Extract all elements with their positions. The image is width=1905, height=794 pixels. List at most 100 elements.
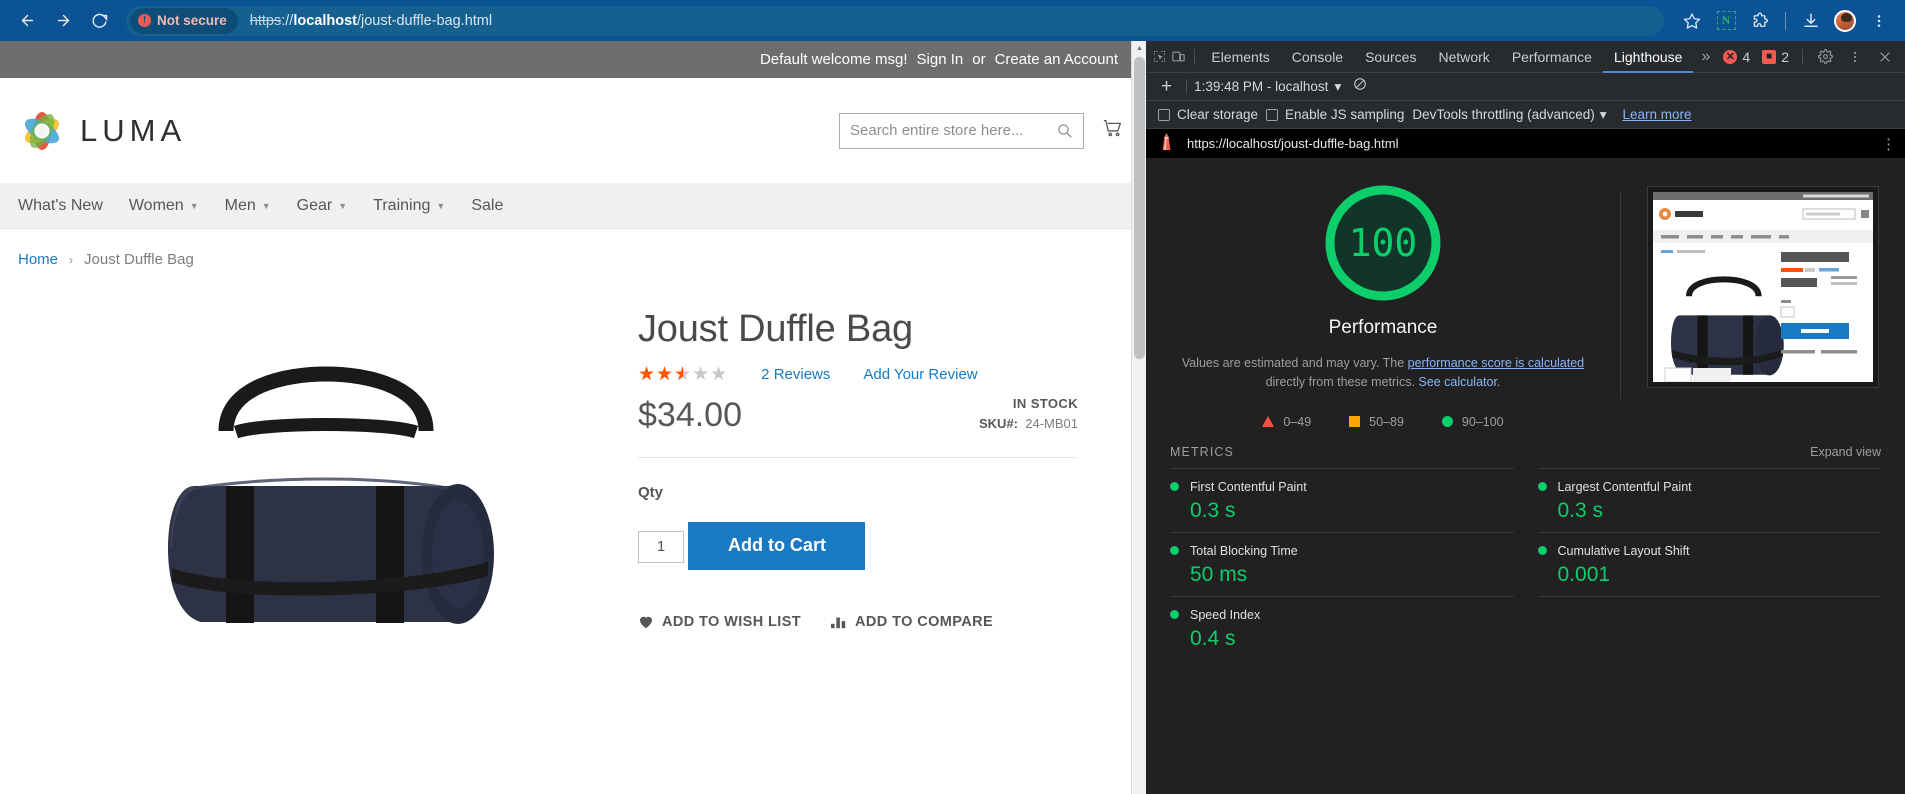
security-chip[interactable]: ! Not secure bbox=[130, 7, 238, 34]
devtools-close-button[interactable] bbox=[1871, 44, 1899, 70]
create-account-link[interactable]: Create an Account bbox=[995, 51, 1118, 68]
tab-console[interactable]: Console bbox=[1281, 41, 1354, 73]
url-separator: :// bbox=[281, 12, 294, 29]
metric-cumulative-layout-shift[interactable]: Cumulative Layout Shift 0.001 bbox=[1537, 531, 1881, 596]
nav-item-women[interactable]: Women ▼ bbox=[129, 197, 199, 215]
js-sampling-checkbox[interactable] bbox=[1266, 108, 1279, 121]
nav-item-men[interactable]: Men ▼ bbox=[225, 197, 271, 215]
tab-elements[interactable]: Elements bbox=[1200, 41, 1280, 73]
clear-storage-checkbox[interactable] bbox=[1158, 108, 1170, 121]
page-scrollbar[interactable]: ▲ bbox=[1131, 41, 1146, 794]
add-to-wishlist-link[interactable]: ADD TO WISH LIST bbox=[638, 614, 801, 630]
product-image[interactable] bbox=[76, 336, 576, 666]
new-report-button[interactable]: + bbox=[1154, 77, 1179, 96]
search-icon[interactable] bbox=[1056, 122, 1073, 139]
lighthouse-toolbar: + 1:39:48 PM - localhost ▾ bbox=[1146, 73, 1905, 101]
kebab-menu-icon bbox=[1877, 14, 1881, 27]
clear-all-button[interactable] bbox=[1353, 77, 1367, 96]
add-review-link[interactable]: Add Your Review bbox=[863, 366, 977, 383]
device-toolbar-icon bbox=[1172, 51, 1185, 62]
scrollbar-thumb[interactable] bbox=[1134, 57, 1145, 359]
error-badge[interactable]: ✕ 4 bbox=[1718, 49, 1755, 65]
lighthouse-menu-button[interactable]: ⋮ bbox=[1881, 135, 1897, 153]
extensions-button[interactable] bbox=[1746, 7, 1774, 35]
metric-total-blocking-time[interactable]: Total Blocking Time 50 ms bbox=[1170, 531, 1514, 596]
forward-button[interactable] bbox=[48, 6, 78, 36]
address-bar[interactable]: ! Not secure https://localhost/joust-duf… bbox=[126, 5, 1664, 36]
url-scheme: https bbox=[249, 12, 282, 29]
store-search[interactable] bbox=[839, 112, 1084, 149]
nav-label: Sale bbox=[471, 196, 504, 214]
learn-more-link[interactable]: Learn more bbox=[1623, 107, 1692, 122]
quantity-stepper[interactable] bbox=[638, 530, 684, 563]
js-sampling-option[interactable]: Enable JS sampling bbox=[1266, 107, 1404, 122]
chevron-down-icon: ▼ bbox=[189, 200, 199, 211]
metric-speed-index[interactable]: Speed Index 0.4 s bbox=[1170, 595, 1514, 660]
devtools-menu-button[interactable] bbox=[1841, 44, 1869, 70]
luma-logo-icon bbox=[18, 107, 66, 155]
expand-view-button[interactable]: Expand view bbox=[1810, 445, 1881, 459]
devtools-tabbar: Elements Console Sources Network Perform… bbox=[1146, 41, 1905, 73]
warning-badge[interactable]: ■ 2 bbox=[1757, 49, 1794, 65]
metric-value: 0.3 s bbox=[1557, 498, 1604, 522]
back-button[interactable] bbox=[12, 6, 42, 36]
reload-button[interactable] bbox=[84, 6, 114, 36]
devtools-settings-button[interactable] bbox=[1811, 44, 1839, 70]
tab-network[interactable]: Network bbox=[1427, 41, 1500, 73]
reviews-link[interactable]: 2 Reviews bbox=[761, 366, 830, 383]
breadcrumb-home-link[interactable]: Home bbox=[18, 251, 58, 268]
sku-label: SKU#: bbox=[979, 415, 1019, 431]
add-to-compare-link[interactable]: ADD TO COMPARE bbox=[831, 614, 993, 630]
browser-menu-button[interactable] bbox=[1865, 7, 1893, 35]
status-badge: IN STOCK bbox=[1012, 395, 1078, 411]
sku-row: SKU#: 24-MB01 bbox=[979, 416, 1078, 431]
reviews-label: Reviews bbox=[773, 365, 831, 383]
clear-storage-option[interactable]: Clear storage bbox=[1158, 107, 1258, 122]
nav-item-whats-new[interactable]: What's New bbox=[18, 197, 103, 215]
store-logo[interactable]: LUMA bbox=[18, 107, 186, 155]
product-gallery[interactable] bbox=[18, 288, 618, 748]
nav-item-training[interactable]: Training ▼ bbox=[373, 197, 445, 215]
metric-value: 0.3 s bbox=[1190, 498, 1236, 522]
sign-in-link[interactable]: Sign In bbox=[917, 51, 964, 68]
metrics-grid: First Contentful Paint 0.3 s Largest Con… bbox=[1170, 467, 1881, 660]
tab-lighthouse[interactable]: Lighthouse bbox=[1603, 41, 1694, 73]
more-tabs-button[interactable]: » bbox=[1693, 41, 1718, 73]
metric-empty-cell bbox=[1537, 595, 1881, 660]
inspect-element-icon bbox=[1153, 50, 1165, 63]
add-to-cart-button[interactable]: Add to Cart bbox=[688, 521, 866, 570]
nav-label: Men bbox=[224, 196, 256, 214]
downloads-button[interactable] bbox=[1797, 7, 1825, 35]
web-page-pane: Default welcome msg! Sign In or Create a… bbox=[0, 41, 1146, 794]
report-selector[interactable]: 1:39:48 PM - localhost ▾ bbox=[1194, 79, 1341, 95]
search-input[interactable] bbox=[850, 122, 1056, 139]
store-brand-name: LUMA bbox=[80, 112, 187, 148]
cart-button[interactable] bbox=[1102, 117, 1124, 144]
metrics-header: METRICS Expand view bbox=[1170, 445, 1881, 459]
performance-gauge[interactable]: 100 bbox=[1322, 182, 1444, 304]
header-right-group bbox=[839, 112, 1124, 149]
metric-label: Largest Contentful Paint bbox=[1557, 479, 1692, 494]
score-description-part2: directly from these metrics. bbox=[1265, 375, 1419, 390]
tab-performance[interactable]: Performance bbox=[1501, 41, 1603, 73]
performance-score-link[interactable]: performance score is calculated bbox=[1408, 356, 1584, 370]
throttling-select[interactable]: DevTools throttling (advanced) ▾ bbox=[1412, 107, 1606, 123]
url-host: localhost bbox=[293, 12, 357, 29]
metric-largest-contentful-paint[interactable]: Largest Contentful Paint 0.3 s bbox=[1537, 467, 1881, 532]
metric-value: 0.001 bbox=[1557, 562, 1611, 586]
star-rating[interactable]: ★★★★★ ★★★★★ bbox=[638, 365, 728, 384]
metric-first-contentful-paint[interactable]: First Contentful Paint 0.3 s bbox=[1170, 467, 1514, 532]
nav-item-sale[interactable]: Sale bbox=[471, 197, 503, 215]
device-toolbar-button[interactable] bbox=[1169, 44, 1188, 70]
bookmark-button[interactable] bbox=[1678, 7, 1706, 35]
metrics-heading: METRICS bbox=[1170, 444, 1234, 459]
inspect-element-button[interactable] bbox=[1150, 44, 1169, 70]
profile-button[interactable] bbox=[1831, 7, 1859, 35]
nav-item-gear[interactable]: Gear ▼ bbox=[297, 197, 348, 215]
scrollbar-up-arrow-icon[interactable]: ▲ bbox=[1132, 41, 1146, 56]
see-calculator-link[interactable]: See calculator. bbox=[1418, 375, 1500, 389]
welcome-message: Default welcome msg! bbox=[759, 51, 908, 68]
url-display: https://localhost/joust-duffle-bag.html bbox=[250, 13, 492, 29]
tab-sources[interactable]: Sources bbox=[1354, 41, 1427, 73]
extension-n-button[interactable]: N bbox=[1712, 7, 1740, 35]
